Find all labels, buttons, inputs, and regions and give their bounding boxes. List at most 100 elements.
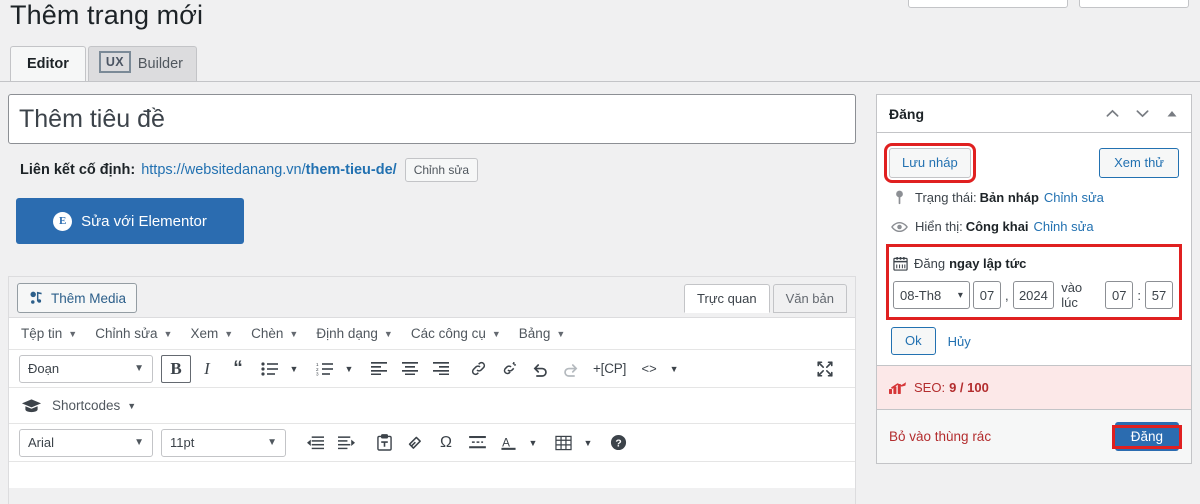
publish-button[interactable]: Đăng <box>1114 421 1179 451</box>
font-family-select[interactable]: Arial ▼ <box>19 428 153 457</box>
permalink-edit-button[interactable]: Chỉnh sửa <box>404 158 479 182</box>
numbered-list-icon[interactable]: 123 <box>309 355 339 383</box>
chevron-down-icon[interactable]: ▼ <box>127 401 136 411</box>
code-icon[interactable]: <> <box>634 355 664 383</box>
schedule-hour-input[interactable]: 07 <box>1105 281 1134 309</box>
schedule-time-separator: : <box>1137 287 1141 303</box>
text-color-options-icon[interactable]: ▼ <box>524 429 542 457</box>
clear-formatting-icon[interactable] <box>400 429 430 457</box>
italic-icon[interactable]: I <box>192 355 222 383</box>
undo-icon[interactable] <box>525 355 555 383</box>
redo-icon[interactable] <box>556 355 586 383</box>
permalink-trailing: / <box>392 162 397 178</box>
ux-logo-icon: UX <box>98 51 131 73</box>
add-media-button[interactable]: Thêm Media <box>17 283 138 313</box>
decrease-indent-icon[interactable] <box>331 429 361 457</box>
menu-file-label: Tệp tin <box>21 326 63 341</box>
align-center-icon[interactable] <box>395 355 425 383</box>
menu-view[interactable]: Xem ▼ <box>190 326 233 341</box>
align-right-icon[interactable] <box>426 355 456 383</box>
status-row: Trạng thái: Bản nháp Chỉnh sửa <box>889 183 1179 212</box>
tab-visual[interactable]: Trực quan <box>684 284 770 313</box>
editor-content-area[interactable] <box>9 462 855 488</box>
menu-insert[interactable]: Chèn ▼ <box>251 326 298 341</box>
table-icon[interactable] <box>548 429 578 457</box>
bold-icon[interactable]: B <box>161 354 191 383</box>
schedule-minute-input[interactable]: 57 <box>1144 281 1174 309</box>
help-icon[interactable]: ? <box>603 429 633 457</box>
wordpress-add-page-screen: Thêm trang mới Editor UX Builder Thêm tiê… <box>0 0 1200 504</box>
menu-table[interactable]: Bảng ▼ <box>519 326 565 341</box>
schedule-fields: 08-Th8 ▾ 07 , 2024 vào lúc 07 : 57 <box>893 280 1174 310</box>
pin-icon <box>889 190 909 205</box>
save-draft-button[interactable]: Lưu nháp <box>884 143 976 183</box>
menu-format-label: Định dạng <box>316 326 378 341</box>
bullet-list-icon[interactable] <box>254 355 284 383</box>
move-to-trash-link[interactable]: Bỏ vào thùng rác <box>889 429 991 444</box>
fullscreen-icon[interactable] <box>811 355 839 383</box>
permalink-url[interactable]: https://websitedanang.vn/them-tieu-de/ <box>141 162 396 178</box>
tab-ux-builder[interactable]: UX Builder <box>87 46 197 82</box>
publish-footer: Bỏ vào thùng rác Đăng <box>877 409 1191 463</box>
schedule-cancel-link[interactable]: Hủy <box>948 334 971 349</box>
eye-icon <box>889 221 909 233</box>
bullet-list-options-icon[interactable]: ▼ <box>285 355 303 383</box>
seo-score-value: 9 / 100 <box>949 380 989 395</box>
paste-as-text-icon[interactable] <box>369 429 399 457</box>
chevron-down-icon: ▼ <box>134 363 144 374</box>
svg-text:3: 3 <box>316 371 319 375</box>
chevron-down-icon: ▾ <box>957 289 963 301</box>
increase-indent-icon[interactable] <box>300 429 330 457</box>
schedule-year-input[interactable]: 2024 <box>1012 281 1055 309</box>
chevron-down-icon: ▼ <box>267 437 277 448</box>
font-size-select[interactable]: 11pt ▼ <box>161 428 286 457</box>
align-left-icon[interactable] <box>364 355 394 383</box>
editor-toolbar-row-1: Đoạn ▼ B I “ ▼ 123 ▼ +[CP] <> ▼ <box>9 350 855 388</box>
menu-tools[interactable]: Các công cụ ▼ <box>411 326 501 341</box>
tab-editor[interactable]: Editor <box>10 46 86 82</box>
seo-score-row: SEO: 9 / 100 <box>877 365 1191 409</box>
schedule-value: ngay lập tức <box>949 255 1027 271</box>
move-down-icon[interactable] <box>1133 105 1151 123</box>
numbered-list-options-icon[interactable]: ▼ <box>340 355 358 383</box>
edit-with-elementor-button[interactable]: E Sửa với Elementor <box>16 198 244 244</box>
special-character-icon[interactable]: Ω <box>431 429 461 457</box>
toggle-panel-icon[interactable] <box>1163 105 1181 123</box>
permalink-row: Liên kết cố định: https://websitedanang.… <box>8 156 856 184</box>
link-icon[interactable] <box>463 355 493 383</box>
schedule-comma: , <box>1005 287 1009 303</box>
tab-text[interactable]: Văn bản <box>772 284 847 313</box>
visibility-value: Công khai <box>965 219 1029 234</box>
schedule-ok-button[interactable]: Ok <box>891 327 936 355</box>
help-button[interactable] <box>1079 0 1189 8</box>
paragraph-format-select[interactable]: Đoạn ▼ <box>19 354 153 383</box>
visibility-edit-link[interactable]: Chỉnh sửa <box>1034 219 1094 234</box>
schedule-month-select[interactable]: 08-Th8 ▾ <box>893 281 970 309</box>
menu-format[interactable]: Định dạng ▼ <box>316 326 392 341</box>
post-title-input[interactable]: Thêm tiêu đề <box>8 94 856 144</box>
blockquote-icon[interactable]: “ <box>223 355 253 383</box>
visibility-label: Hiển thị: <box>915 219 963 234</box>
post-title-placeholder: Thêm tiêu đề <box>19 104 165 133</box>
move-up-icon[interactable] <box>1103 105 1121 123</box>
schedule-block: Đăng ngay lập tức 08-Th8 ▾ 07 , 2024 vào… <box>886 244 1182 320</box>
schedule-day-input[interactable]: 07 <box>972 281 1002 309</box>
publish-button-highlight: Đăng <box>1111 421 1183 451</box>
font-family-value: Arial <box>28 435 55 450</box>
unlink-icon[interactable] <box>494 355 524 383</box>
code-options-icon[interactable]: ▼ <box>665 355 683 383</box>
media-toolbar-row: Thêm Media Trực quan Văn bản <box>9 277 855 317</box>
svg-text:?: ? <box>615 439 621 450</box>
preview-button[interactable]: Xem thử <box>1099 148 1179 178</box>
chevron-down-icon: ▼ <box>289 328 299 339</box>
text-color-icon[interactable]: A <box>493 429 523 457</box>
seo-bars-icon <box>889 381 907 395</box>
menu-file[interactable]: Tệp tin ▼ <box>21 326 77 341</box>
custom-shortcode-button[interactable]: +[CP] <box>587 361 632 376</box>
screen-options-button[interactable] <box>908 0 1068 8</box>
menu-edit[interactable]: Chỉnh sửa ▼ <box>95 326 172 341</box>
status-edit-link[interactable]: Chỉnh sửa <box>1044 190 1104 205</box>
classic-editor-wrapper: Thêm Media Trực quan Văn bản Tệp tin ▼ Ch… <box>8 276 856 504</box>
insert-read-more-icon[interactable] <box>462 429 492 457</box>
table-options-icon[interactable]: ▼ <box>579 429 597 457</box>
